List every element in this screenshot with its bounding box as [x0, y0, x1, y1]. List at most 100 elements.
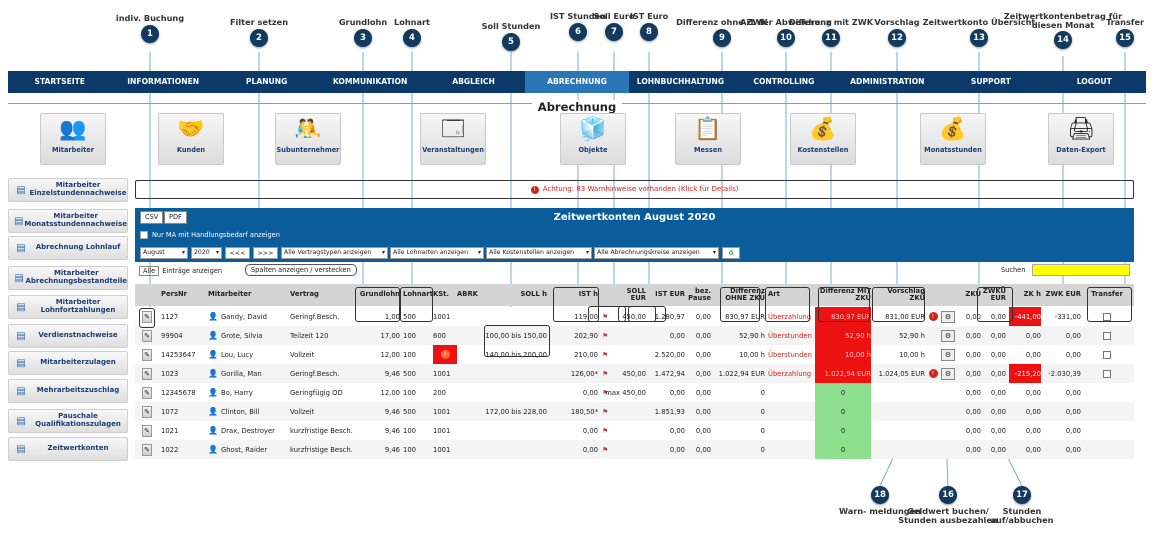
employee-name[interactable]: Drax, Destroyer [221, 427, 275, 435]
nav-item-logout[interactable]: LOGOUT [1043, 71, 1146, 93]
booking-icon[interactable]: ✎ [142, 329, 152, 342]
column-header-zk-h[interactable]: ZK h [1009, 284, 1041, 306]
book-value-icon[interactable]: ⚙ [941, 367, 955, 380]
employee-name[interactable]: Bo, Harry [221, 389, 253, 397]
employee-name[interactable]: Ghost, Raider [221, 446, 267, 454]
employee-name[interactable]: Grote, Silvia [221, 332, 262, 340]
columns-toggle-button[interactable]: Spalten anzeigen / verstecken [245, 264, 357, 276]
column-header-ist-eur[interactable]: IST EUR [648, 284, 685, 306]
column-header-mitarbeiter[interactable]: Mitarbeiter [208, 284, 288, 306]
csv-export-button[interactable]: CSV [140, 211, 164, 224]
column-header-diff-mit[interactable]: Differenz MIT ZKÜ [815, 284, 871, 306]
action-needed-checkbox[interactable]: Nur MA mit Handlungsbedarf anzeigen [140, 231, 280, 239]
transfer-checkbox[interactable] [1103, 350, 1111, 359]
transfer-checkbox[interactable] [1103, 369, 1111, 378]
booking-icon[interactable]: ✎ [142, 424, 152, 437]
sidebar-item-4[interactable]: ▤ Mitarbeiter Abrechnungsbestandteile [8, 266, 128, 290]
module-mitarbeiter[interactable]: 👥 Mitarbeiter [40, 113, 106, 165]
nav-item-controlling[interactable]: CONTROLLING [732, 71, 835, 93]
nav-item-kommunikation[interactable]: KOMMUNIKATION [318, 71, 421, 93]
cost-center-select[interactable]: Alle Kostenstellen anzeigen ▾ [486, 247, 592, 259]
module-kunden[interactable]: 🤝 Kunden [158, 113, 224, 165]
booking-icon[interactable]: ✎ [142, 348, 152, 361]
column-header-diff-ohne[interactable]: Differenz OHNE ZKÜ [713, 284, 765, 306]
column-header-kst[interactable]: KSt. [433, 284, 457, 306]
search-input[interactable] [1032, 264, 1130, 276]
column-header-transfer[interactable]: Transfer [1089, 284, 1125, 306]
book-value-icon[interactable]: ⚙ [941, 329, 955, 342]
module-objekte[interactable]: 🧊 Objekte [560, 113, 626, 165]
warning-icon[interactable]: ! [928, 312, 938, 321]
column-header-vorschlag[interactable]: Vorschlag ZKÜ [873, 284, 925, 306]
employee-name[interactable]: Gorilla, Man [221, 370, 262, 378]
booking-icon[interactable]: ✎ [142, 405, 152, 418]
nav-item-informationen[interactable]: INFORMATIONEN [111, 71, 214, 93]
book-value-icon[interactable]: ⚙ [941, 310, 955, 323]
flag-icon[interactable]: ⚑ [602, 427, 608, 435]
book-value-icon[interactable]: ⚙ [941, 348, 955, 361]
wage-type-select[interactable]: Alle Lohnarten anzeigen ▾ [390, 247, 484, 259]
column-header-zwk-eur[interactable]: ZWK EUR [1041, 284, 1081, 306]
sidebar-item-7[interactable]: ▤ Mitarbeiterzulagen [8, 351, 128, 375]
module-monatsstunden[interactable]: 💰 Monatsstunden [920, 113, 986, 165]
nav-item-abgleich[interactable]: ABGLEICH [422, 71, 525, 93]
module-messen[interactable]: 📋 Messen [675, 113, 741, 165]
sidebar-item-2[interactable]: ▤ Mitarbeiter Monatsstundennachweise [8, 209, 128, 233]
booking-icon[interactable]: ✎ [142, 310, 152, 323]
transfer-checkbox[interactable] [1103, 331, 1111, 340]
nav-item-administration[interactable]: ADMINISTRATION [836, 71, 939, 93]
module-subunternehmer[interactable]: 🤼 Subunternehmer [275, 113, 341, 165]
sidebar-item-10[interactable]: ▤ Zeitwertkonten [8, 437, 128, 461]
column-header-vertrag[interactable]: Vertrag [290, 284, 360, 306]
flag-icon[interactable]: ⚑ [602, 446, 608, 454]
booking-icon[interactable]: ✎ [142, 443, 152, 456]
pdf-export-button[interactable]: PDF [164, 211, 187, 224]
sidebar-item-9[interactable]: ▤ Pauschale Qualifikationszulagen [8, 409, 128, 433]
checkbox-box[interactable] [140, 231, 148, 239]
year-select[interactable]: 2020 ▾ [191, 247, 222, 259]
sidebar-item-3[interactable]: ▤ Abrechnung Lohnlauf [8, 236, 128, 260]
billing-circle-select[interactable]: Alle Abrechnungskreise anzeigen ▾ [594, 247, 719, 259]
flag-icon[interactable]: ⚑ [602, 370, 608, 378]
employee-name[interactable]: Gandy, David [221, 313, 267, 321]
contract-type-select[interactable]: Alle Vertragstypen anzeigen ▾ [281, 247, 388, 259]
module-veranstaltungen[interactable]: 🗔 Veranstaltungen [420, 113, 486, 165]
flag-icon[interactable]: ⚑ [602, 351, 608, 359]
column-header-zwku[interactable]: ZWKÜ EUR [981, 284, 1006, 306]
flag-icon[interactable]: ⚑ [602, 313, 608, 321]
module-daten-export[interactable]: 🖨 Daten-Export [1048, 113, 1114, 165]
employee-name[interactable]: Lou, Lucy [221, 351, 253, 359]
column-header-persnr[interactable]: PersNr [161, 284, 201, 306]
entries-select[interactable]: Alle [139, 266, 160, 276]
booking-icon[interactable]: ✎ [142, 367, 152, 380]
sidebar-item-1[interactable]: ▤ Mitarbeiter Einzelstundennachweise [8, 178, 128, 202]
sidebar-item-6[interactable]: ▤ Verdienstnachweise [8, 324, 128, 348]
column-header-lohnart[interactable]: Lohnart [403, 284, 433, 306]
nav-item-planung[interactable]: PLANUNG [215, 71, 318, 93]
column-header-zku[interactable]: ZKÜ [961, 284, 981, 306]
nav-item-support[interactable]: SUPPORT [939, 71, 1042, 93]
nav-item-lohnbuchhaltung[interactable]: LOHNBUCHHALTUNG [629, 71, 732, 93]
column-header-ist-h[interactable]: IST h [558, 284, 598, 306]
warning-icon[interactable]: ! [928, 369, 938, 378]
column-header-pause[interactable]: bez. Pause [686, 284, 711, 306]
module-kostenstellen[interactable]: 💰 Kostenstellen [790, 113, 856, 165]
flag-icon[interactable]: ⚑ [602, 408, 608, 416]
column-header-soll-h[interactable]: SOLL h [487, 284, 547, 306]
employee-name[interactable]: Clinton, Bill [221, 408, 260, 416]
next-month-button[interactable]: >>> [253, 247, 278, 259]
column-header-grundlohn[interactable]: Grundlohn [360, 284, 400, 306]
month-select[interactable]: August ▾ [140, 247, 188, 259]
warning-banner[interactable]: ! Achtung: 83 Warnhinweise vorhanden (Kl… [135, 180, 1134, 199]
nav-item-startseite[interactable]: STARTSEITE [8, 71, 111, 93]
nav-item-abrechnung[interactable]: ABRECHNUNG [525, 71, 629, 93]
flag-icon[interactable]: ⚑ [602, 332, 608, 340]
sidebar-item-5[interactable]: ▤ Mitarbeiter Lohnfortzahlungen [8, 295, 128, 319]
column-header-soll-eur[interactable]: SOLL EUR [611, 284, 646, 306]
sidebar-item-8[interactable]: ▤ Mehrarbeitszuschlag [8, 379, 128, 403]
previous-month-button[interactable]: <<< [225, 247, 250, 259]
refresh-icon[interactable]: ♻ [722, 247, 740, 259]
transfer-checkbox[interactable] [1103, 312, 1111, 321]
column-header-art[interactable]: Art [768, 284, 813, 306]
booking-icon[interactable]: ✎ [142, 386, 152, 399]
